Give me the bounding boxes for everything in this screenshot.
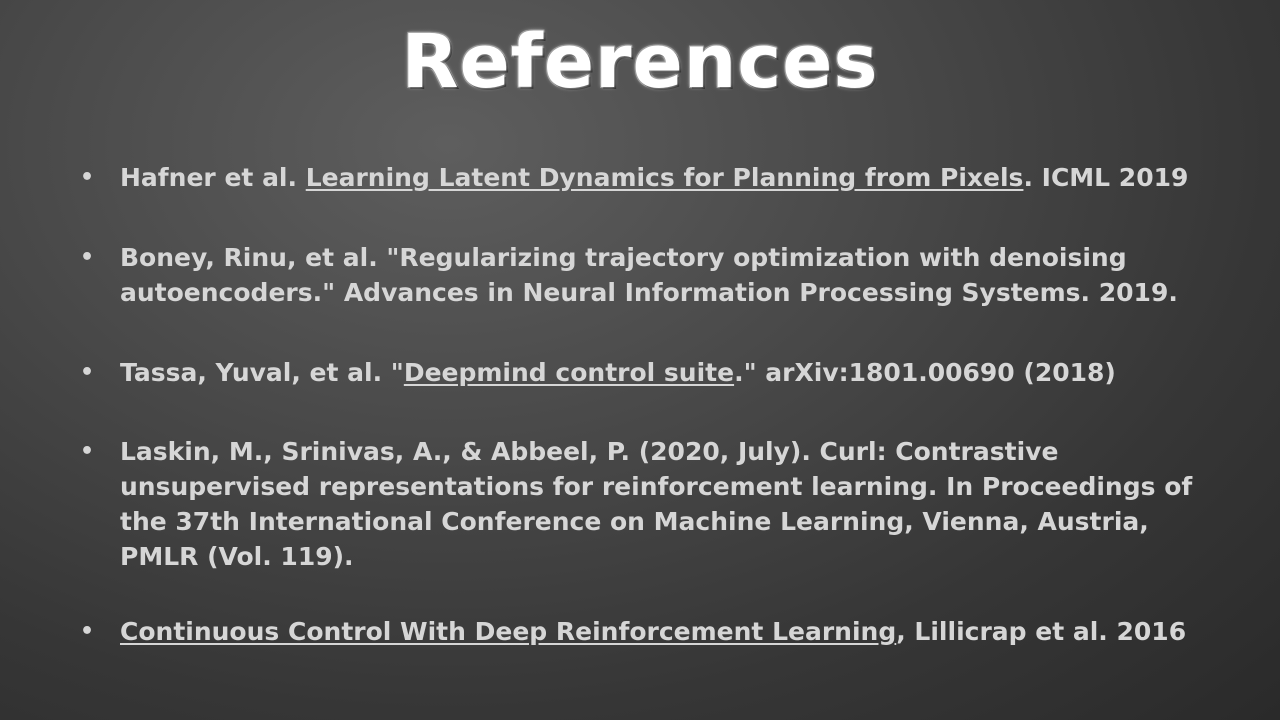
bullet-icon: •	[80, 439, 95, 464]
reference-link[interactable]: Learning Latent Dynamics for Planning fr…	[306, 163, 1024, 192]
reference-item: • Continuous Control With Deep Reinforcem…	[80, 614, 1230, 649]
reference-link[interactable]: Deepmind control suite	[404, 358, 734, 387]
reference-text: . ICML 2019	[1023, 163, 1189, 192]
bullet-icon: •	[80, 245, 95, 270]
reference-item: • Laskin, M., Srinivas, A., & Abbeel, P. …	[80, 434, 1230, 574]
reference-link[interactable]: Continuous Control With Deep Reinforceme…	[120, 617, 896, 646]
bullet-icon: •	[80, 619, 95, 644]
reference-text: Boney, Rinu, et al. "Regularizing trajec…	[120, 243, 1178, 307]
reference-item: • Tassa, Yuval, et al. "Deepmind control …	[80, 355, 1230, 390]
reference-text: Hafner et al.	[120, 163, 306, 192]
slide: References • Hafner et al. Learning Laten…	[0, 0, 1280, 720]
reference-item: • Boney, Rinu, et al. "Regularizing traje…	[80, 240, 1230, 310]
bullet-icon: •	[80, 360, 95, 385]
reference-item: • Hafner et al. Learning Latent Dynamics …	[80, 160, 1230, 195]
reference-text: ." arXiv:1801.00690 (2018)	[734, 358, 1116, 387]
reference-text: , Lillicrap et al. 2016	[896, 617, 1187, 646]
reference-list: • Hafner et al. Learning Latent Dynamics …	[80, 160, 1230, 649]
slide-title: References	[401, 19, 879, 105]
reference-text: Laskin, M., Srinivas, A., & Abbeel, P. (…	[120, 437, 1193, 571]
reference-text: Tassa, Yuval, et al. "	[120, 358, 404, 387]
bullet-icon: •	[80, 165, 95, 190]
